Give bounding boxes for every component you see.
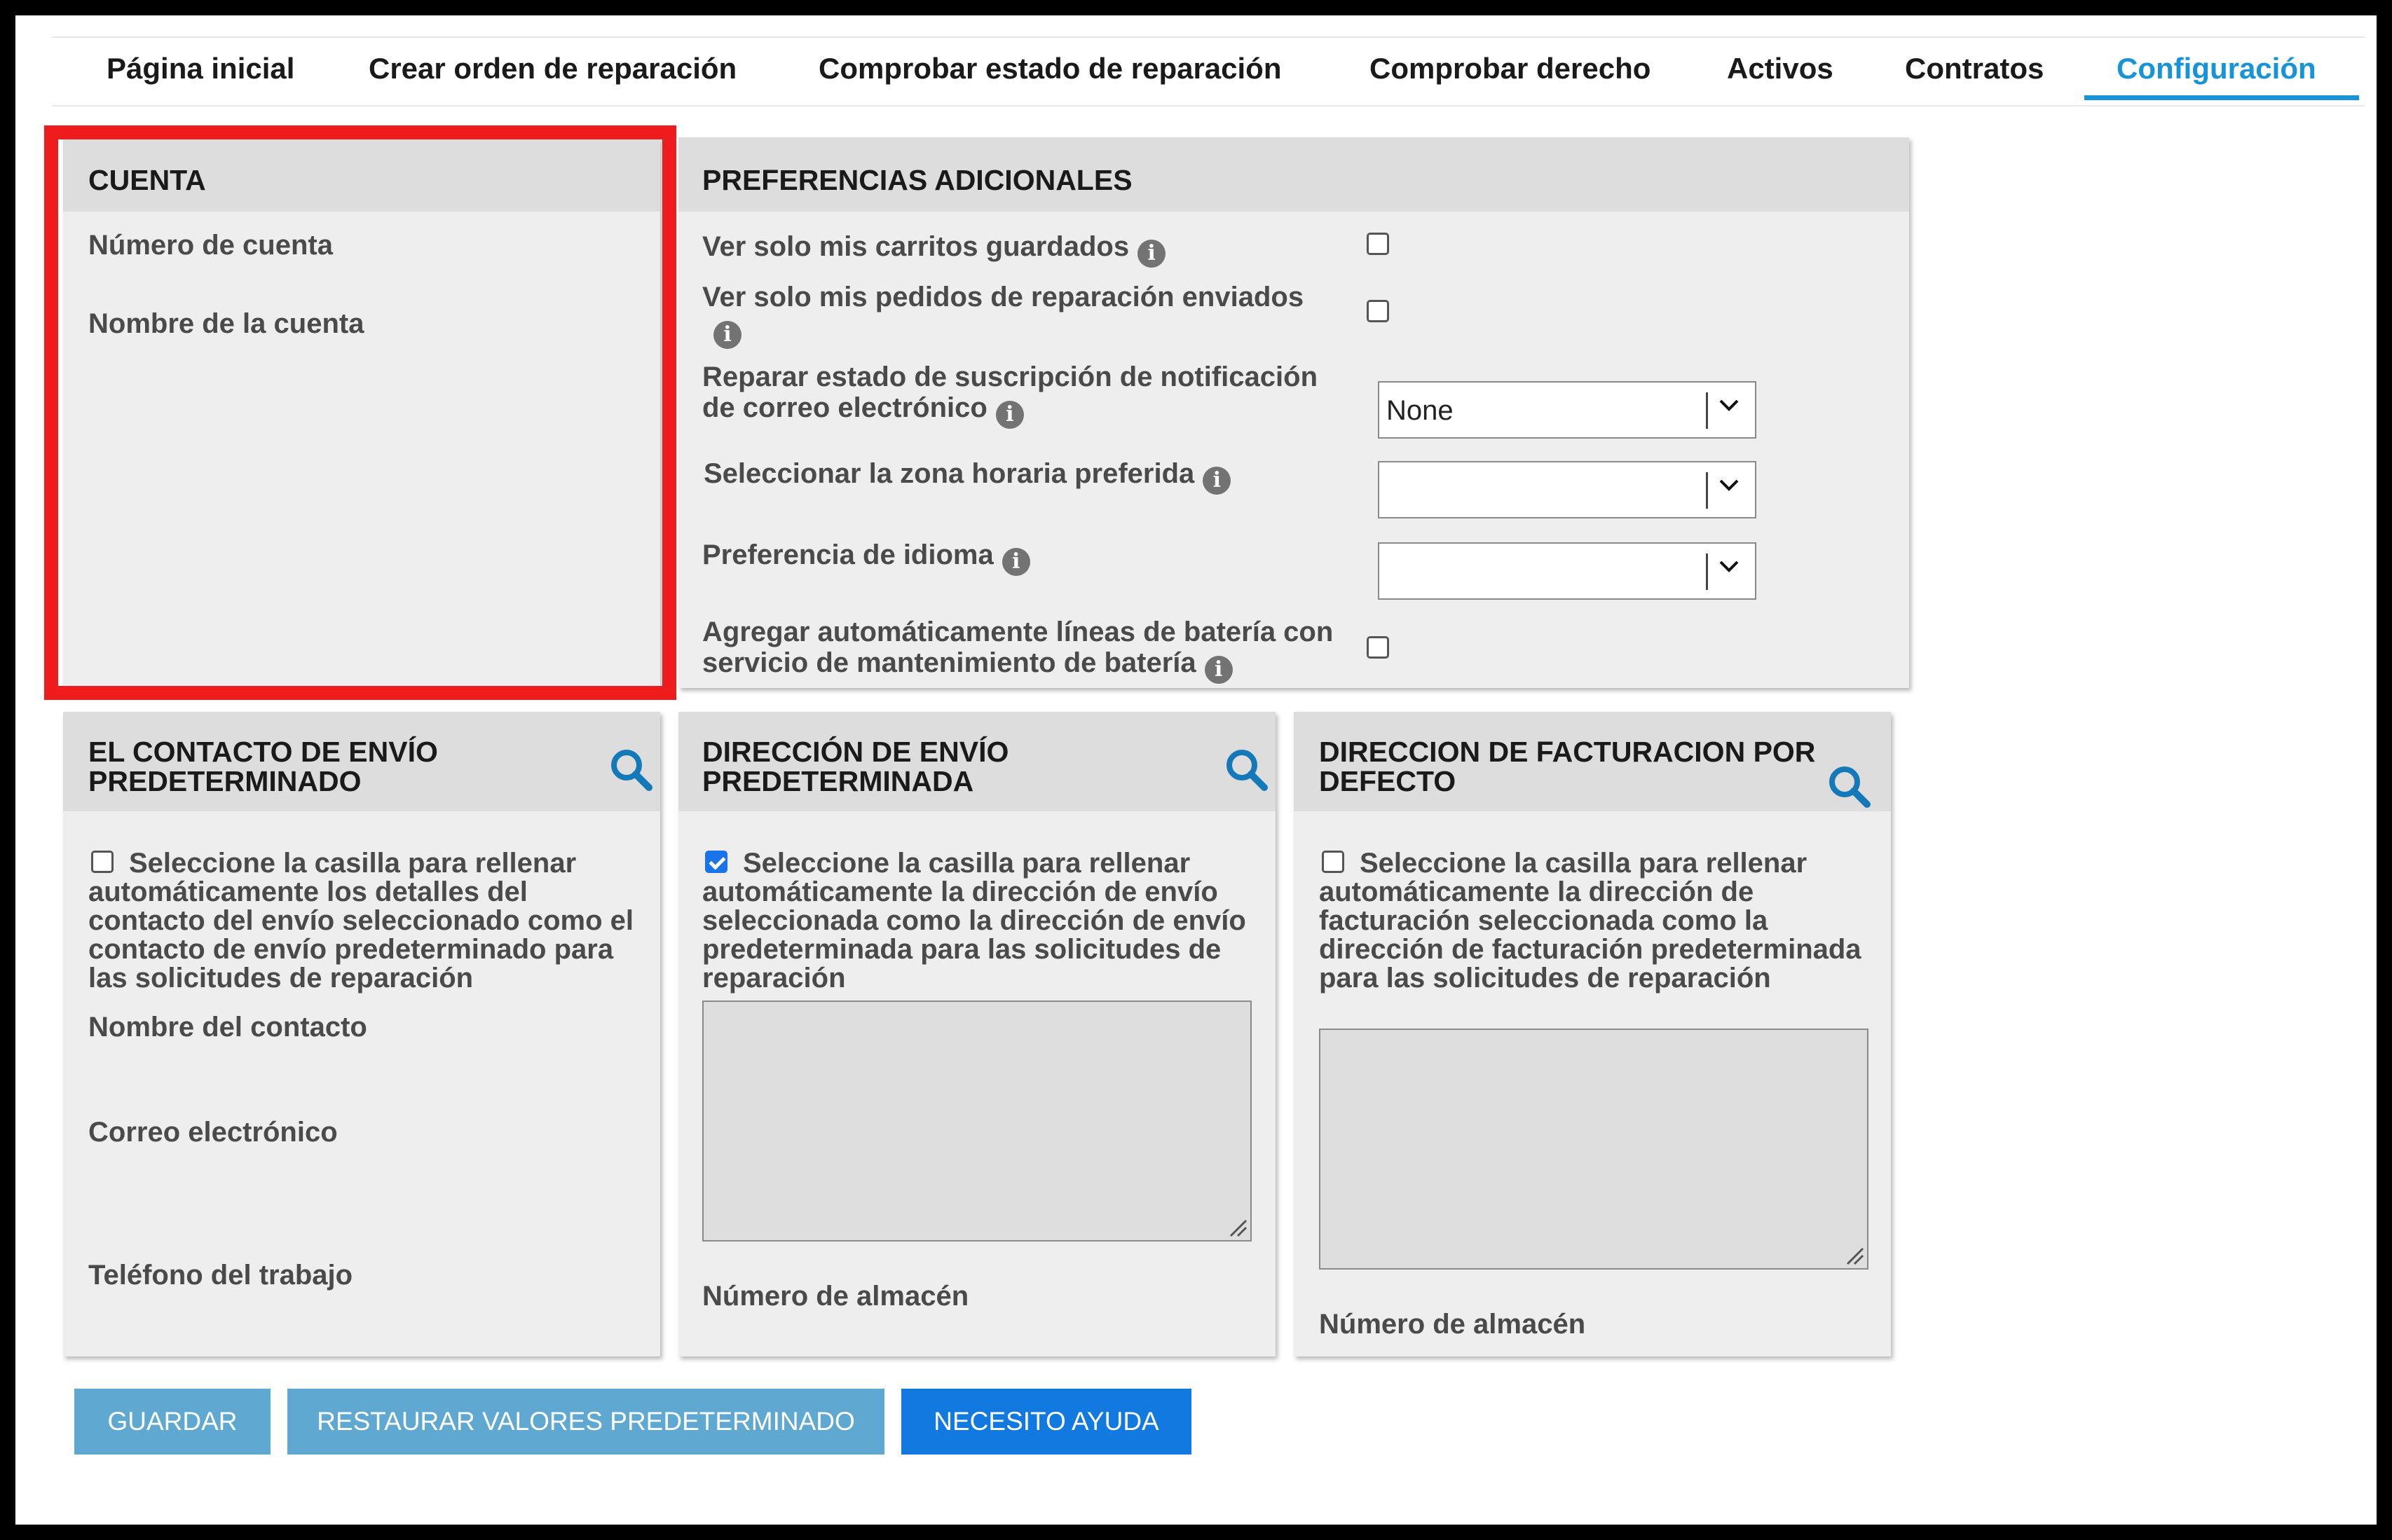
billing-warehouse-label: Número de almacén bbox=[1319, 1309, 1586, 1340]
info-icon[interactable]: i bbox=[1137, 240, 1166, 268]
select-separator bbox=[1706, 392, 1708, 429]
billing-address-panel: DIRECCION DE FACTURACION POR DEFECTO Sel… bbox=[1294, 712, 1891, 1356]
shipping-contact-title: EL CONTACTO DE ENVÍO PREDETERMINADO bbox=[88, 736, 438, 797]
nav-top-divider bbox=[52, 36, 2365, 38]
shipping-address-panel: DIRECCIÓN DE ENVÍO PREDETERMINADA Selecc… bbox=[678, 712, 1276, 1356]
tab-pagina-inicial[interactable]: Página inicial bbox=[107, 52, 294, 85]
shipping-warehouse-label: Número de almacén bbox=[702, 1281, 969, 1312]
info-icon[interactable]: i bbox=[1203, 467, 1231, 495]
saved-carts-row: Ver solo mis carritos guardados i bbox=[702, 231, 1166, 268]
active-tab-indicator bbox=[2084, 95, 2359, 100]
repair-orders-label: Ver solo mis pedidos de reparación envia… bbox=[702, 282, 1304, 312]
shipping-contact-panel: EL CONTACTO DE ENVÍO PREDETERMINADO Sele… bbox=[63, 712, 660, 1356]
saved-carts-label: Ver solo mis carritos guardados bbox=[702, 231, 1130, 262]
shipping-contact-description: Seleccione la casilla para rellenar auto… bbox=[88, 848, 634, 994]
resize-grip-icon[interactable] bbox=[1845, 1246, 1864, 1265]
language-row: Preferencia de idioma i bbox=[702, 539, 1030, 576]
repair-orders-checkbox[interactable] bbox=[1367, 300, 1389, 322]
chevron-down-icon bbox=[1719, 399, 1739, 411]
tab-crear-orden[interactable]: Crear orden de reparación bbox=[369, 52, 737, 85]
billing-address-title: DIRECCION DE FACTURACION POR DEFECTO bbox=[1319, 736, 1816, 797]
battery-checkbox[interactable] bbox=[1367, 636, 1389, 659]
shipping-address-textarea[interactable] bbox=[702, 1001, 1252, 1242]
info-icon[interactable]: i bbox=[713, 321, 741, 349]
tab-configuracion[interactable]: Configuración bbox=[2117, 52, 2316, 85]
chevron-down-icon bbox=[1719, 561, 1739, 572]
notification-select-value: None bbox=[1386, 395, 1454, 426]
info-icon[interactable]: i bbox=[995, 401, 1024, 429]
notification-row: Reparar estado de suscripción de notific… bbox=[702, 362, 1347, 429]
info-icon[interactable]: i bbox=[1002, 548, 1030, 576]
billing-address-textarea[interactable] bbox=[1319, 1029, 1868, 1270]
timezone-label: Seleccionar la zona horaria preferida bbox=[704, 458, 1195, 489]
search-icon[interactable] bbox=[608, 747, 653, 792]
saved-carts-checkbox[interactable] bbox=[1367, 233, 1389, 255]
search-icon[interactable] bbox=[1826, 764, 1871, 809]
highlight-box bbox=[44, 125, 676, 700]
contact-name-label: Nombre del contacto bbox=[88, 1012, 367, 1043]
info-icon[interactable]: i bbox=[1204, 656, 1233, 684]
nav-bottom-divider bbox=[52, 105, 2365, 106]
email-label: Correo electrónico bbox=[88, 1117, 338, 1148]
preferences-panel-title: PREFERENCIAS ADICIONALES bbox=[702, 164, 1133, 196]
tab-activos[interactable]: Activos bbox=[1727, 52, 1833, 85]
help-button[interactable]: NECESITO AYUDA bbox=[901, 1389, 1191, 1455]
battery-label: Agregar automáticamente líneas de baterí… bbox=[702, 617, 1334, 678]
tab-comprobar-derecho[interactable]: Comprobar derecho bbox=[1369, 52, 1651, 85]
tab-contratos[interactable]: Contratos bbox=[1905, 52, 2044, 85]
restore-defaults-button[interactable]: RESTAURAR VALORES PREDETERMINADO bbox=[287, 1389, 884, 1455]
language-select[interactable] bbox=[1378, 542, 1756, 600]
work-phone-label: Teléfono del trabajo bbox=[88, 1260, 353, 1291]
battery-row: Agregar automáticamente líneas de baterí… bbox=[702, 617, 1368, 684]
search-icon[interactable] bbox=[1224, 747, 1269, 792]
shipping-address-title: DIRECCIÓN DE ENVÍO PREDETERMINADA bbox=[702, 736, 1009, 797]
page: Página inicial Crear orden de reparación… bbox=[15, 15, 2377, 1525]
tab-comprobar-estado[interactable]: Comprobar estado de reparación bbox=[819, 52, 1282, 85]
save-button[interactable]: GUARDAR bbox=[74, 1389, 271, 1455]
select-separator bbox=[1706, 472, 1708, 509]
chevron-down-icon bbox=[1719, 479, 1739, 491]
language-label: Preferencia de idioma bbox=[702, 539, 994, 570]
select-separator bbox=[1706, 554, 1708, 590]
resize-grip-icon[interactable] bbox=[1228, 1218, 1248, 1237]
preferences-panel: PREFERENCIAS ADICIONALES Ver solo mis ca… bbox=[678, 137, 1909, 688]
timezone-select[interactable] bbox=[1378, 461, 1756, 518]
notification-select[interactable]: None bbox=[1378, 381, 1756, 439]
timezone-row: Seleccionar la zona horaria preferida i bbox=[704, 458, 1231, 495]
billing-address-description: Seleccione la casilla para rellenar auto… bbox=[1319, 848, 1861, 994]
shipping-address-description: Seleccione la casilla para rellenar auto… bbox=[702, 848, 1246, 994]
repair-orders-row: Ver solo mis pedidos de reparación envia… bbox=[702, 282, 1347, 349]
